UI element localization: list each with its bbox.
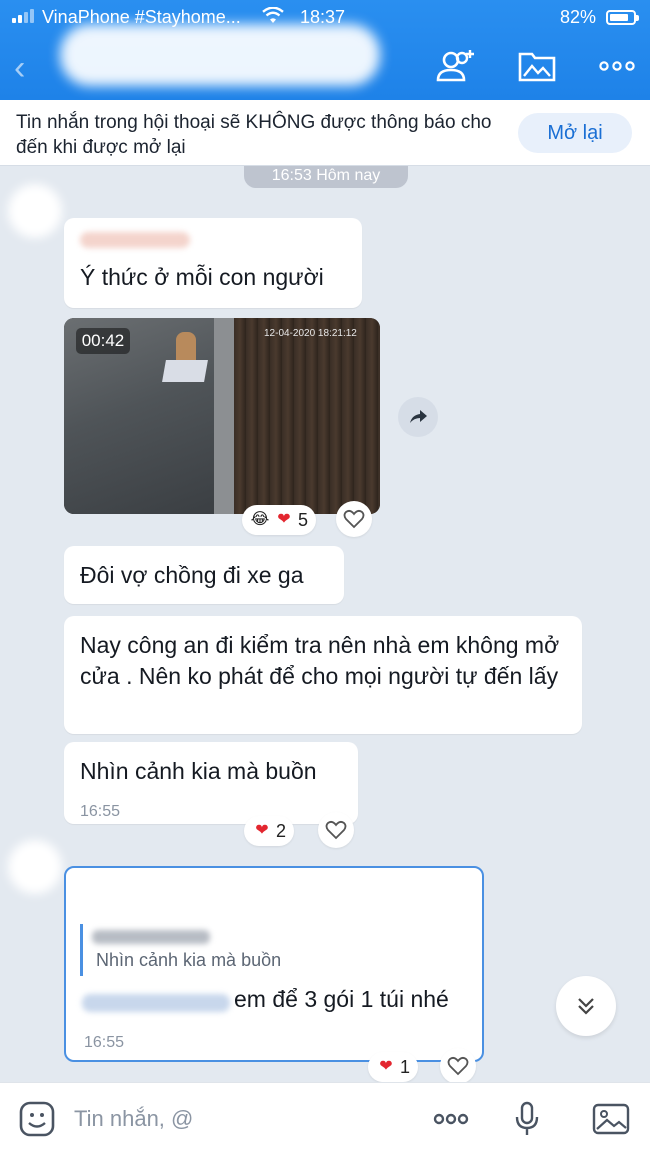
message-bubble[interactable]: Nhìn cảnh kia mà buồn 16:55 bbox=[64, 742, 358, 824]
sticker-icon[interactable] bbox=[18, 1100, 56, 1138]
heart-icon: ❤ bbox=[255, 822, 269, 839]
message-text: Đôi vợ chồng đi xe ga bbox=[80, 562, 304, 588]
reaction-count: 1 bbox=[400, 1056, 411, 1077]
reaction-summary[interactable]: ❤ 2 bbox=[244, 816, 295, 846]
heart-outline-icon bbox=[343, 509, 365, 529]
add-member-icon[interactable] bbox=[432, 44, 478, 88]
microphone-icon[interactable] bbox=[506, 1099, 548, 1139]
more-options-icon[interactable] bbox=[594, 44, 640, 88]
reaction-count: 5 bbox=[298, 509, 309, 530]
heart-outline-icon bbox=[325, 820, 347, 840]
battery-percent: 82% bbox=[560, 7, 597, 27]
message-bubble[interactable]: Đôi vợ chồng đi xe ga bbox=[64, 546, 344, 604]
mute-notice-text: Tin nhắn trong hội thoại sẽ KHÔNG được t… bbox=[16, 112, 492, 158]
battery-icon bbox=[606, 10, 639, 25]
reaction-summary[interactable]: ❤ 1 bbox=[368, 1052, 419, 1082]
message-text: em để 3 gói 1 túi nhé bbox=[234, 986, 449, 1012]
video-duration: 00:42 bbox=[76, 328, 130, 354]
message-time: 16:55 bbox=[80, 803, 121, 820]
reaction-count: 2 bbox=[276, 820, 287, 841]
share-button[interactable] bbox=[398, 397, 438, 437]
conversation-title-redacted bbox=[60, 24, 380, 86]
video-timestamp: 12-04-2020 18:21:12 bbox=[264, 328, 357, 339]
media-folder-icon[interactable] bbox=[514, 44, 560, 88]
date-separator: 16:53 Hôm nay bbox=[244, 166, 408, 188]
heart-icon: ❤ bbox=[379, 1058, 393, 1075]
scroll-to-bottom-button[interactable] bbox=[556, 976, 616, 1036]
react-heart-button[interactable] bbox=[318, 812, 354, 848]
message-input[interactable] bbox=[74, 1101, 404, 1137]
react-heart-button[interactable] bbox=[336, 501, 372, 537]
quote-bar bbox=[80, 924, 83, 976]
message-composer bbox=[0, 1082, 650, 1154]
back-arrow-icon[interactable]: ‹ bbox=[14, 48, 42, 88]
share-arrow-icon bbox=[410, 410, 427, 423]
quoted-sender-redacted bbox=[92, 930, 210, 944]
sender-name-redacted bbox=[80, 232, 190, 248]
message-text: Nhìn cảnh kia mà buồn bbox=[80, 758, 317, 784]
reopen-notifications-button[interactable]: Mở lại bbox=[518, 113, 632, 153]
avatar[interactable] bbox=[8, 840, 62, 894]
message-text: Ý thức ở mỗi con người bbox=[80, 264, 324, 290]
image-icon[interactable] bbox=[590, 1099, 632, 1139]
mention-redacted bbox=[82, 994, 230, 1012]
laugh-cry-emoji-icon: 😂 bbox=[250, 511, 270, 528]
signal-icon bbox=[12, 9, 34, 23]
message-text: Nay công an đi kiểm tra nên nhà em không… bbox=[80, 632, 560, 689]
heart-icon: ❤ bbox=[277, 511, 291, 528]
reaction-summary[interactable]: 😂 ❤ 5 bbox=[242, 505, 317, 535]
message-time: 16:55 bbox=[84, 1034, 125, 1051]
message-bubble[interactable]: Nay công an đi kiểm tra nên nhà em không… bbox=[64, 616, 582, 734]
heart-outline-icon bbox=[447, 1056, 469, 1076]
message-bubble[interactable]: Ý thức ở mỗi con người bbox=[64, 218, 362, 308]
reply-message-bubble[interactable]: Nhìn cảnh kia mà buồn em để 3 gói 1 túi … bbox=[64, 866, 484, 1062]
quoted-message-text: Nhìn cảnh kia mà buồn bbox=[96, 950, 282, 970]
avatar[interactable] bbox=[8, 184, 62, 238]
more-icon[interactable] bbox=[430, 1099, 472, 1139]
video-message[interactable]: 00:42 12-04-2020 18:21:12 bbox=[64, 318, 380, 514]
double-chevron-down-icon bbox=[578, 998, 594, 1015]
react-heart-button[interactable] bbox=[440, 1048, 476, 1084]
top-bar: VinaPhone #Stayhome... 18:37 82% ‹ bbox=[0, 0, 650, 100]
